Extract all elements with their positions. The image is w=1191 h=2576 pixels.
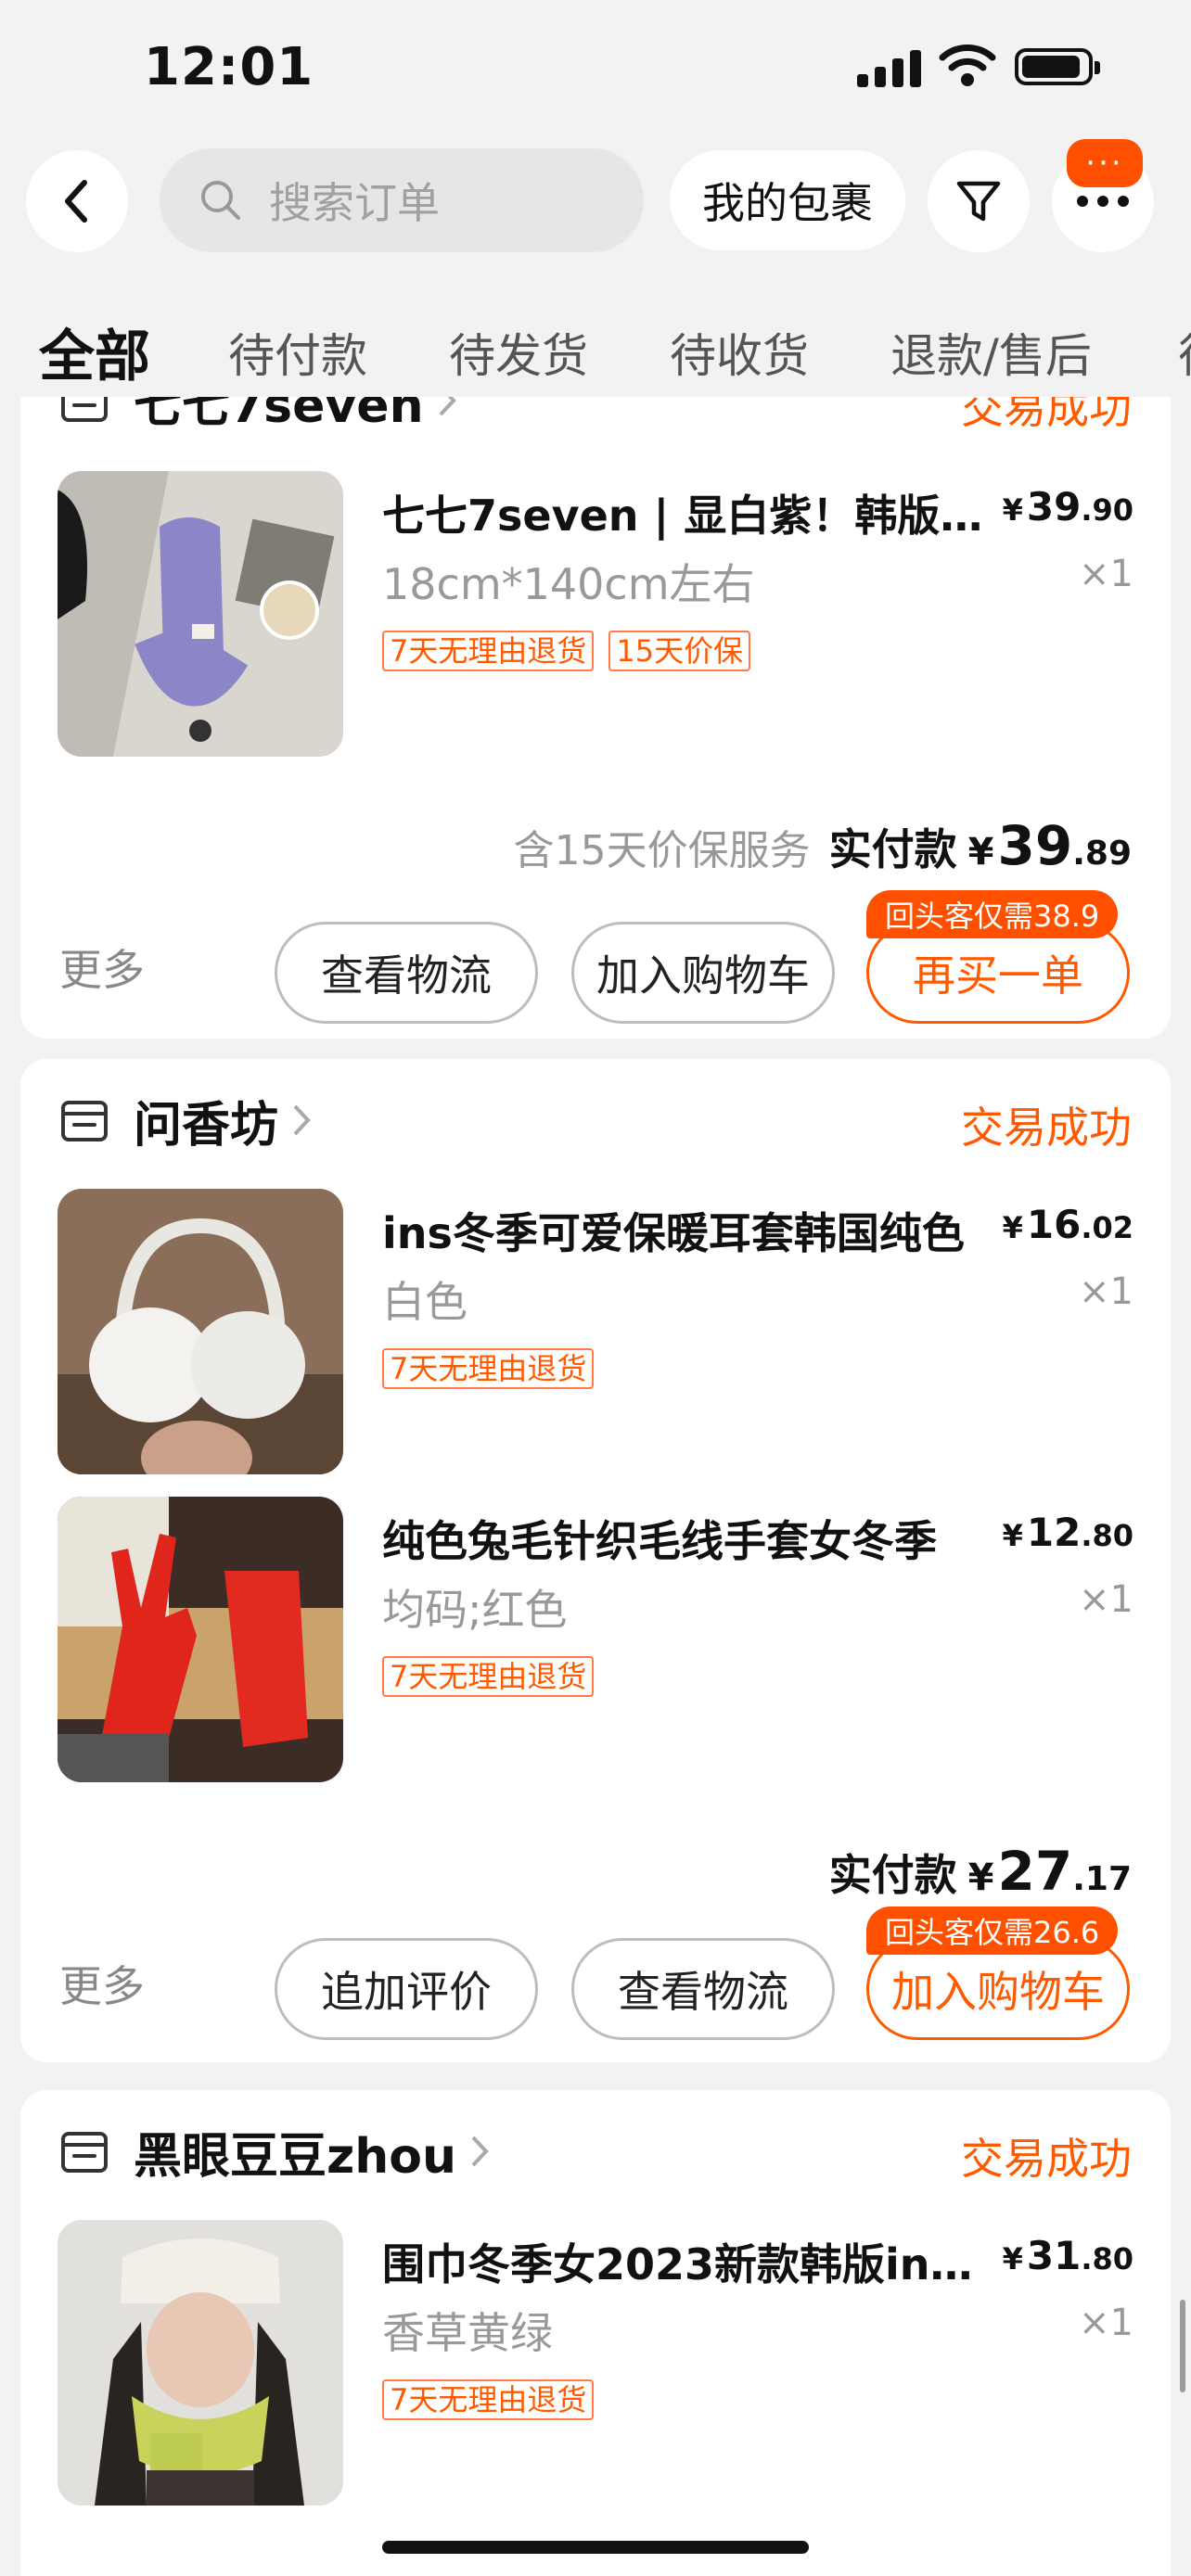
order-status: 交易成功	[961, 397, 1132, 433]
paid-amount: 27	[997, 1840, 1073, 1903]
message-badge: ···	[1067, 139, 1143, 187]
service-tags: 7天无理由退货 15天价保	[382, 631, 751, 671]
payment-summary: 实付款 ¥ 27.17	[828, 1840, 1132, 1903]
returning-customer-promo: 回头客仅需38.9	[866, 890, 1119, 938]
product-price: ¥39.90	[1002, 484, 1133, 529]
scrollbar[interactable]	[1180, 2300, 1185, 2392]
order-item[interactable]: 围巾冬季女2023新款韩版ins风 ¥31.80 香草黄绿 ×1 7天无理由退货	[58, 2220, 1133, 2507]
chevron-left-icon	[65, 180, 87, 223]
product-image[interactable]	[58, 2220, 343, 2506]
view-logistics-button[interactable]: 查看物流	[571, 1938, 835, 2040]
product-sku: 18cm*140cm左右	[382, 559, 755, 609]
product-image[interactable]	[58, 1497, 343, 1782]
order-card[interactable]: 黑眼豆豆zhou 交易成功 围巾冬季女2023新款韩版ins风 ¥31.80 香	[20, 2090, 1171, 2576]
chevron-right-icon	[471, 2136, 489, 2167]
shop-header[interactable]: 七七7seven	[58, 397, 457, 438]
store-icon	[61, 397, 108, 422]
service-tags: 7天无理由退货	[382, 2379, 595, 2420]
product-price: ¥31.80	[1002, 2233, 1133, 2278]
my-packages-button[interactable]: 我的包裹	[670, 150, 905, 250]
order-card[interactable]: 问香坊 交易成功 ins冬季可爱保暖耳套韩国纯色 ¥16.02 白色 ×1 7天…	[20, 1059, 1171, 2062]
tab-pending-payment[interactable]: 待付款	[228, 319, 367, 386]
order-item[interactable]: ins冬季可爱保暖耳套韩国纯色 ¥16.02 白色 ×1 7天无理由退货	[58, 1189, 1133, 1476]
product-image[interactable]	[58, 471, 343, 757]
price-protect-note: 含15天价保服务	[513, 827, 811, 874]
search-icon	[201, 181, 240, 220]
wifi-icon	[939, 45, 996, 86]
tab-pending-receipt[interactable]: 待收货	[670, 319, 809, 386]
service-tag: 7天无理由退货	[382, 1656, 595, 1697]
filter-icon	[956, 181, 1001, 222]
status-bar: 12:01	[0, 0, 1191, 139]
product-sku: 香草黄绿	[382, 2308, 553, 2358]
tab-pending-shipment[interactable]: 待发货	[449, 319, 588, 386]
order-list: 七七7seven 交易成功 七七7seven | 显白紫！韩版围巾 ¥39.90…	[0, 397, 1191, 2576]
order-status: 交易成功	[961, 2134, 1132, 2184]
service-tag: 7天无理由退货	[382, 2379, 595, 2420]
status-time: 12:01	[144, 37, 314, 97]
shop-name: 黑眼豆豆zhou	[134, 2128, 457, 2185]
home-indicator[interactable]	[382, 2541, 809, 2554]
product-price: ¥16.02	[1002, 1202, 1133, 1247]
service-tags: 7天无理由退货	[382, 1348, 595, 1389]
order-card[interactable]: 七七7seven 交易成功 七七7seven | 显白紫！韩版围巾 ¥39.90…	[20, 397, 1171, 1039]
product-sku: 均码;红色	[382, 1585, 568, 1635]
payment-summary: 含15天价保服务 实付款 ¥ 39.89	[513, 814, 1132, 877]
paid-label: 实付款	[828, 1850, 957, 1900]
store-icon	[61, 2132, 108, 2173]
returning-customer-promo: 回头客仅需26.6	[866, 1906, 1119, 1955]
order-tabs: 全部 待付款 待发货 待收货 退款/售后 待评价	[0, 278, 1191, 397]
more-link[interactable]: 更多	[59, 937, 145, 998]
product-price: ¥12.80	[1002, 1510, 1133, 1555]
product-title[interactable]: 围巾冬季女2023新款韩版ins风	[382, 2231, 985, 2292]
paid-label: 实付款	[828, 824, 957, 874]
add-to-cart-button[interactable]: 加入购物车	[571, 922, 835, 1024]
chevron-right-icon	[293, 1104, 311, 1136]
tab-pending-review[interactable]: 待评价	[1178, 319, 1191, 386]
filter-button[interactable]	[928, 150, 1030, 252]
product-sku: 白色	[382, 1277, 467, 1327]
order-item[interactable]: 纯色兔毛针织毛线手套女冬季 ¥12.80 均码;红色 ×1 7天无理由退货	[58, 1497, 1133, 1784]
service-tags: 7天无理由退货	[382, 1656, 595, 1697]
service-tag: 15天价保	[608, 631, 751, 671]
tab-all[interactable]: 全部	[39, 312, 150, 392]
service-tag: 7天无理由退货	[382, 1348, 595, 1389]
product-title[interactable]: ins冬季可爱保暖耳套韩国纯色	[382, 1200, 985, 1261]
order-status: 交易成功	[961, 1103, 1132, 1153]
product-quantity: ×1	[1079, 553, 1133, 595]
product-image[interactable]	[58, 1189, 343, 1474]
cellular-signal-icon	[857, 46, 922, 87]
view-logistics-button[interactable]: 查看物流	[275, 922, 538, 1024]
product-quantity: ×1	[1079, 1578, 1133, 1621]
back-button[interactable]	[26, 150, 128, 252]
search-header: 搜索订单 我的包裹 ···	[0, 139, 1191, 269]
store-icon	[61, 1101, 108, 1141]
shop-name: 七七7seven	[134, 397, 424, 434]
product-title[interactable]: 纯色兔毛针织毛线手套女冬季	[382, 1508, 985, 1569]
more-dots-icon	[1077, 196, 1129, 207]
shop-name: 问香坊	[134, 1097, 279, 1154]
shop-header[interactable]: 问香坊	[58, 1083, 312, 1157]
service-tag: 7天无理由退货	[382, 631, 595, 671]
paid-amount: 39	[997, 814, 1073, 877]
order-item[interactable]: 七七7seven | 显白紫！韩版围巾 ¥39.90 18cm*140cm左右 …	[58, 471, 1133, 759]
tab-refund[interactable]: 退款/售后	[890, 319, 1092, 386]
shop-header[interactable]: 黑眼豆豆zhou	[58, 2114, 490, 2188]
battery-icon	[1015, 48, 1100, 85]
product-title[interactable]: 七七7seven | 显白紫！韩版围巾	[382, 482, 985, 543]
search-placeholder: 搜索订单	[269, 178, 440, 228]
search-input[interactable]: 搜索订单	[160, 148, 644, 252]
product-quantity: ×1	[1079, 2302, 1133, 2344]
more-link[interactable]: 更多	[59, 1953, 145, 2014]
add-review-button[interactable]: 追加评价	[275, 1938, 538, 2040]
product-quantity: ×1	[1079, 1270, 1133, 1313]
chevron-right-icon	[439, 397, 456, 416]
